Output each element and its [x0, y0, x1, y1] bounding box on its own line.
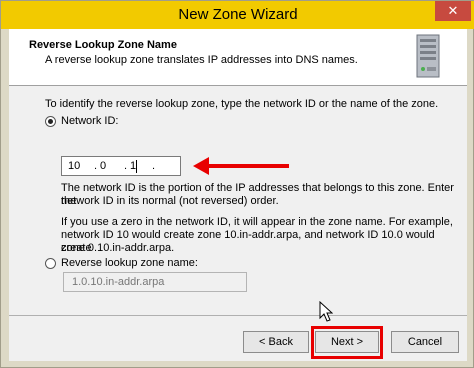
back-button[interactable]: < Back: [243, 331, 309, 353]
page-subtitle: A reverse lookup zone translates IP addr…: [45, 54, 358, 66]
zero-help-line1: If you use a zero in the network ID, it …: [61, 216, 453, 228]
wizard-header: Reverse Lookup Zone Name A reverse looku…: [9, 29, 467, 86]
network-id-input[interactable]: 10 . 0 . 1 .: [61, 156, 181, 176]
octet-separator: .: [152, 160, 156, 172]
window-title: New Zone Wizard: [178, 6, 298, 23]
zero-help-line3: zone 0.10.in-addr.arpa.: [61, 242, 175, 254]
octet-separator: .: [124, 160, 128, 172]
zone-name-input[interactable]: 1.0.10.in-addr.arpa: [63, 272, 247, 292]
title-bar: New Zone Wizard ✕: [1, 1, 474, 29]
page-title: Reverse Lookup Zone Name: [29, 39, 177, 51]
octet-2[interactable]: 0: [100, 160, 106, 172]
close-button[interactable]: ✕: [435, 1, 471, 21]
network-id-label: Network ID:: [61, 115, 119, 127]
network-id-radio[interactable]: [45, 116, 56, 127]
cancel-button[interactable]: Cancel: [391, 331, 459, 353]
network-id-help-line2: network ID in its normal (not reversed) …: [61, 195, 279, 207]
octet-separator: .: [94, 160, 98, 172]
zone-name-label: Reverse lookup zone name:: [61, 257, 198, 269]
server-icon: [416, 34, 440, 78]
mouse-pointer-icon: [319, 301, 333, 322]
red-arrow-annotation: [193, 157, 289, 175]
footer-divider: [9, 315, 467, 316]
instruction-text: To identify the reverse lookup zone, typ…: [45, 98, 439, 110]
wizard-client-area: Reverse Lookup Zone Name A reverse looku…: [9, 29, 467, 361]
zone-name-radio[interactable]: [45, 258, 56, 269]
text-caret: [136, 160, 137, 173]
octet-1[interactable]: 10: [68, 160, 80, 172]
wizard-window: New Zone Wizard ✕ Reverse Lookup Zone Na…: [0, 0, 474, 368]
next-button-highlight: [311, 326, 383, 359]
